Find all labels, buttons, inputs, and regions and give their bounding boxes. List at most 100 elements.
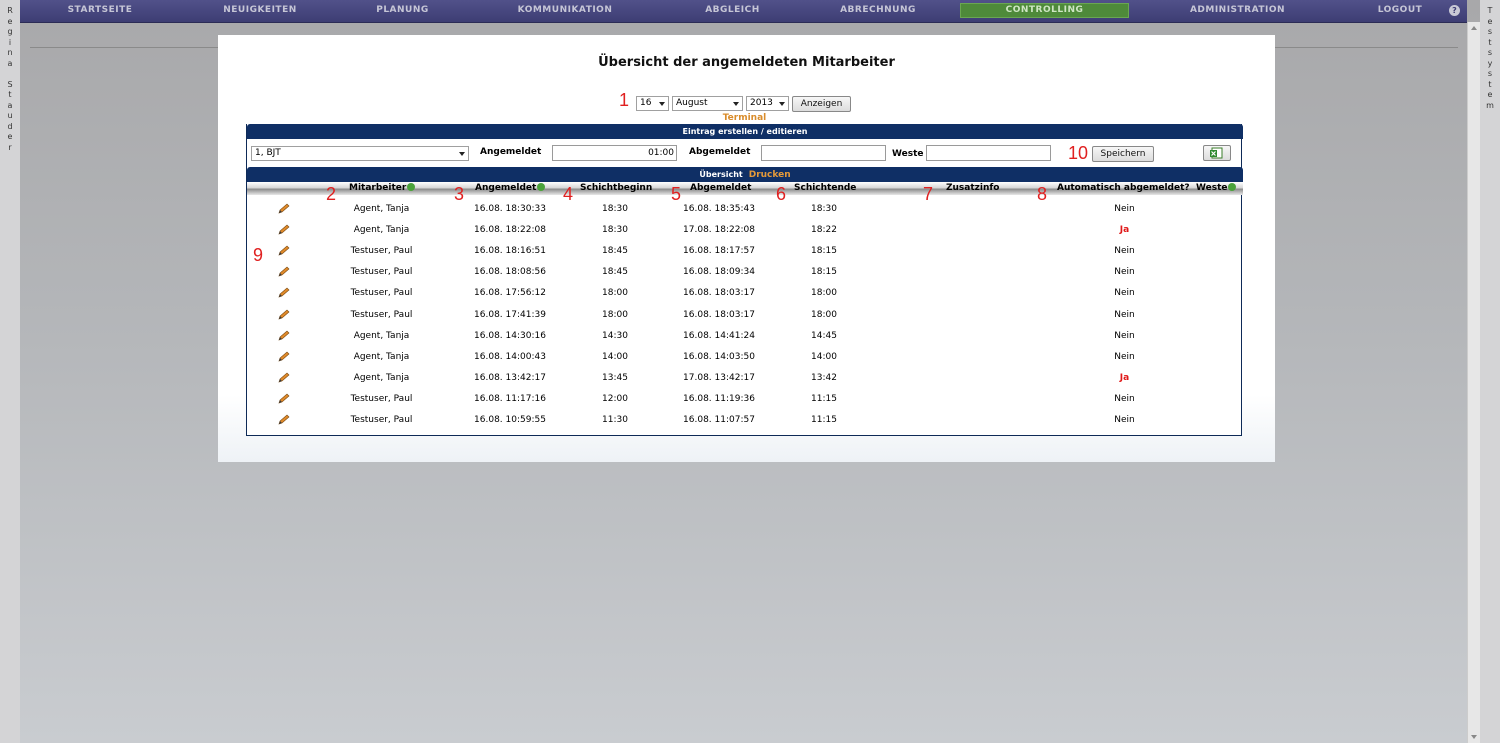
cell-schichtende: 14:45 bbox=[811, 330, 837, 341]
sort-icon[interactable] bbox=[407, 183, 416, 191]
edit-pencil-icon[interactable] bbox=[277, 245, 291, 257]
col-weste-label: Weste bbox=[1196, 183, 1228, 193]
edit-pencil-icon[interactable] bbox=[277, 330, 291, 342]
sort-icon[interactable] bbox=[1228, 183, 1237, 191]
vertical-letter: e bbox=[7, 132, 13, 141]
table-row: Testuser, Paul 16.08. 18:16:51 18:45 16.08.… bbox=[247, 241, 1243, 262]
abgemeldet-input[interactable] bbox=[761, 145, 886, 161]
nav-abgleich[interactable]: ABGLEICH bbox=[700, 0, 765, 20]
cell-zusatz bbox=[927, 305, 1027, 326]
edit-pencil-icon[interactable] bbox=[277, 203, 291, 215]
cell-schichtbeginn: 12:00 bbox=[602, 393, 628, 404]
show-button[interactable]: Anzeigen bbox=[792, 96, 851, 112]
form-header-title: Eintrag erstellen / editieren bbox=[682, 127, 808, 136]
cell-weste bbox=[1187, 389, 1237, 410]
help-icon[interactable]: ? bbox=[1449, 5, 1460, 16]
cell-schichtbeginn: 18:30 bbox=[602, 204, 628, 214]
cell-schichtende: 14:00 bbox=[811, 351, 837, 362]
cell-weste bbox=[1187, 368, 1237, 389]
col-angemeldet[interactable]: Angemeldet bbox=[475, 182, 546, 195]
save-button[interactable]: Speichern bbox=[1092, 146, 1154, 162]
cell-schichtende: 18:15 bbox=[811, 267, 837, 278]
chevron-down-icon bbox=[733, 102, 739, 106]
vertical-scrollbar[interactable] bbox=[1467, 22, 1480, 743]
nav-controlling[interactable]: CONTROLLING bbox=[960, 3, 1129, 18]
edit-pencil-icon[interactable] bbox=[277, 287, 291, 299]
nav-kommunikation[interactable]: KOMMUNIKATION bbox=[515, 0, 615, 20]
vertical-letter: S bbox=[7, 79, 13, 89]
cell-schichtende: 18:30 bbox=[811, 204, 837, 214]
table-row: Agent, Tanja 16.08. 14:00:43 14:00 16.08. 1… bbox=[247, 347, 1243, 368]
edit-pencil-icon[interactable] bbox=[277, 224, 291, 236]
year-select-value: 2013 bbox=[750, 98, 773, 108]
edit-pencil-icon[interactable] bbox=[277, 414, 291, 426]
vertical-letter: e bbox=[1487, 16, 1493, 26]
cell-abgemeldet: 16.08. 18:35:43 bbox=[683, 204, 755, 214]
cell-schichtende: 18:15 bbox=[811, 246, 837, 257]
edit-pencil-icon[interactable] bbox=[277, 393, 291, 405]
nav-planung[interactable]: PLANUNG bbox=[370, 0, 435, 20]
excel-export-button[interactable] bbox=[1203, 145, 1231, 161]
col-mitarbeiter[interactable]: Mitarbeiter bbox=[349, 182, 416, 195]
chevron-down-icon bbox=[459, 152, 465, 156]
vertical-letter: a bbox=[7, 58, 13, 68]
cell-zusatz bbox=[927, 368, 1027, 389]
vertical-letter: y bbox=[1487, 58, 1493, 68]
cell-zusatz bbox=[927, 326, 1027, 347]
cell-abgemeldet: 16.08. 11:19:36 bbox=[683, 393, 755, 404]
col-schichtbeginn: Schichtbeginn bbox=[580, 183, 653, 193]
cell-auto: Nein bbox=[1114, 415, 1135, 425]
cell-auto: Nein bbox=[1114, 246, 1135, 257]
scroll-down-arrow-icon[interactable] bbox=[1471, 735, 1477, 739]
cell-zusatz bbox=[927, 241, 1027, 262]
table-header: Mitarbeiter Angemeldet Schichtbeginn Abg… bbox=[247, 182, 1243, 195]
cell-weste bbox=[1187, 220, 1237, 241]
vertical-letter: i bbox=[8, 37, 12, 47]
day-select[interactable]: 16 bbox=[636, 96, 669, 111]
cell-schichtende: 11:15 bbox=[811, 393, 837, 404]
scroll-up-arrow-icon[interactable] bbox=[1471, 26, 1477, 30]
cell-angemeldet: 16.08. 18:16:51 bbox=[474, 246, 546, 257]
edit-pencil-icon[interactable] bbox=[277, 372, 291, 384]
month-select[interactable]: August bbox=[672, 96, 743, 111]
cell-abgemeldet: 16.08. 11:07:57 bbox=[683, 415, 755, 425]
weste-input[interactable] bbox=[926, 145, 1051, 161]
overview-header-bar: Übersicht Drucken bbox=[247, 167, 1243, 182]
nav-logout[interactable]: LOGOUT bbox=[1370, 0, 1430, 20]
location-select[interactable]: 1, BJT bbox=[251, 146, 469, 161]
table-row: Testuser, Paul 16.08. 17:41:39 18:00 16.08.… bbox=[247, 305, 1243, 326]
nav-startseite[interactable]: STARTSEITE bbox=[65, 0, 135, 20]
cell-angemeldet: 16.08. 18:08:56 bbox=[474, 267, 546, 278]
vertical-letter: e bbox=[1487, 90, 1493, 99]
marker-8: 8 bbox=[1037, 184, 1048, 204]
edit-pencil-icon[interactable] bbox=[277, 351, 291, 363]
cell-abgemeldet: 17.08. 13:42:17 bbox=[683, 372, 755, 383]
marker-10: 10 bbox=[1068, 143, 1089, 163]
cell-auto: Nein bbox=[1114, 351, 1135, 362]
angemeldet-input[interactable]: 01:00 bbox=[552, 145, 677, 161]
table-row: Testuser, Paul 16.08. 11:17:16 12:00 16.08.… bbox=[247, 389, 1243, 410]
cell-name: Agent, Tanja bbox=[353, 372, 410, 383]
cell-auto: Nein bbox=[1114, 330, 1135, 341]
edit-pencil-icon[interactable] bbox=[277, 266, 291, 278]
nav-abrechnung[interactable]: ABRECHNUNG bbox=[838, 0, 918, 20]
edit-pencil-icon[interactable] bbox=[277, 309, 291, 321]
year-select[interactable]: 2013 bbox=[746, 96, 789, 111]
col-weste[interactable]: Weste bbox=[1196, 182, 1237, 195]
nav-neuigkeiten[interactable]: NEUIGKEITEN bbox=[220, 0, 300, 20]
vertical-letter: T bbox=[1487, 6, 1493, 15]
cell-auto: Nein bbox=[1114, 288, 1135, 299]
sort-icon[interactable] bbox=[537, 183, 546, 191]
terminal-link[interactable]: Terminal bbox=[218, 113, 1271, 123]
print-link[interactable]: Drucken bbox=[749, 170, 791, 180]
cell-name: Testuser, Paul bbox=[350, 415, 413, 425]
col-automatisch-abgemeldet: Automatisch abgemeldet? bbox=[1057, 183, 1190, 193]
vertical-letter: m bbox=[1486, 100, 1494, 110]
cell-schichtbeginn: 14:30 bbox=[602, 330, 628, 341]
marker-3: 3 bbox=[454, 184, 465, 204]
weste-label: Weste bbox=[892, 149, 924, 159]
form-header-bar: Eintrag erstellen / editieren bbox=[247, 124, 1243, 139]
nav-administration[interactable]: ADMINISTRATION bbox=[1185, 0, 1290, 20]
angemeldet-label: Angemeldet bbox=[480, 147, 542, 157]
col-mitarbeiter-label: Mitarbeiter bbox=[349, 183, 407, 193]
